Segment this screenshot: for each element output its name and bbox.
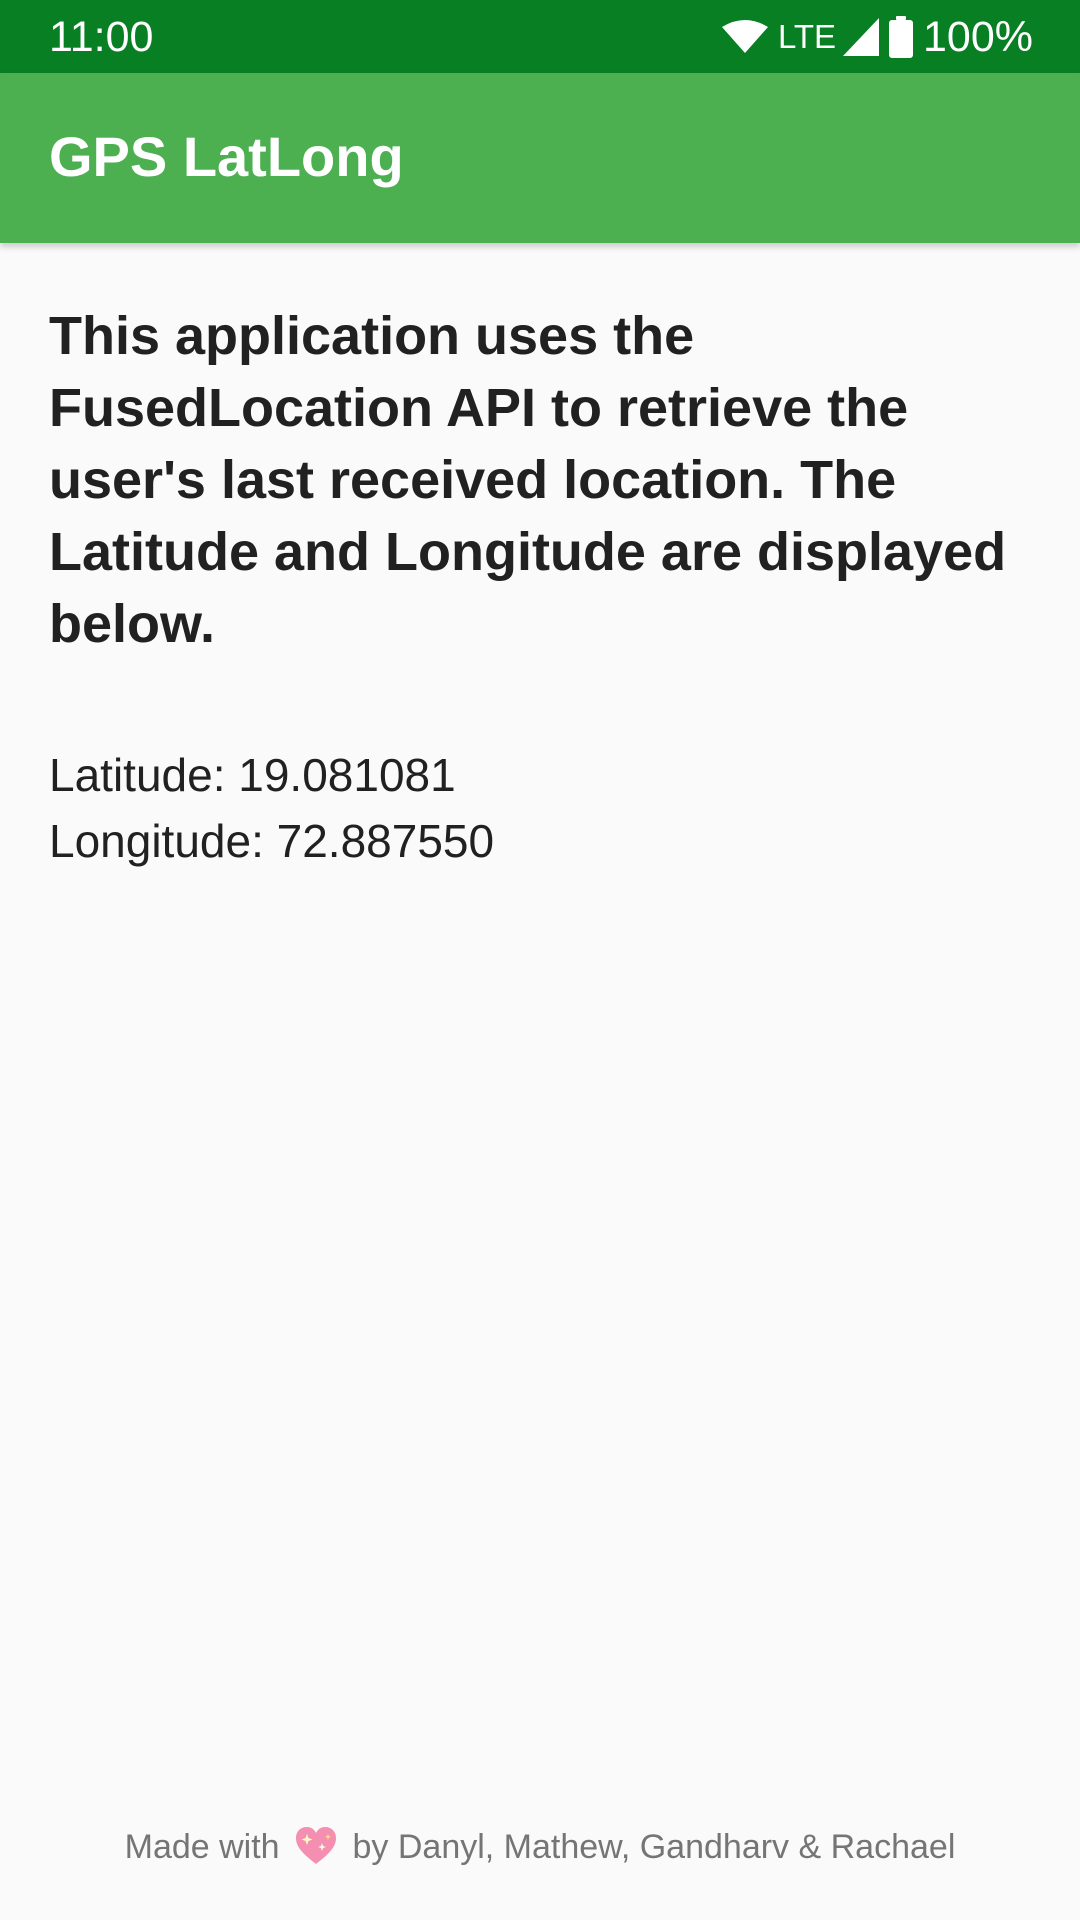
heart-icon (295, 1826, 337, 1866)
battery-icon (889, 16, 914, 58)
footer-prefix: Made with (124, 1828, 280, 1866)
coordinates-panel: Latitude: 19.081081 Longitude: 72.887550 (49, 742, 1009, 874)
latitude-text: Latitude: 19.081081 (49, 749, 456, 801)
network-type-label: LTE (777, 18, 837, 55)
signal-icon (843, 18, 880, 56)
status-bar: 11:00 LTE 100% (0, 0, 1080, 73)
status-time: 11:00 (49, 13, 154, 61)
screen: 11:00 LTE 100% GPS LatLong This applicat… (0, 0, 1080, 1920)
footer-suffix: by Danyl, Mathew, Gandharv & Rachael (352, 1828, 956, 1866)
battery-percentage: 100% (923, 13, 1033, 61)
app-bar: GPS LatLong (0, 73, 1080, 243)
footer-credits: Made with by Danyl, Mathew, Gandharv & R… (0, 1822, 1080, 1872)
wifi-icon (721, 20, 768, 54)
app-title: GPS LatLong (49, 125, 404, 188)
status-icons: LTE 100% (721, 10, 1033, 64)
longitude-text: Longitude: 72.887550 (49, 815, 495, 867)
app-description: This application uses the FusedLocation … (49, 306, 1007, 654)
main-content: This application uses the FusedLocation … (49, 300, 1009, 874)
